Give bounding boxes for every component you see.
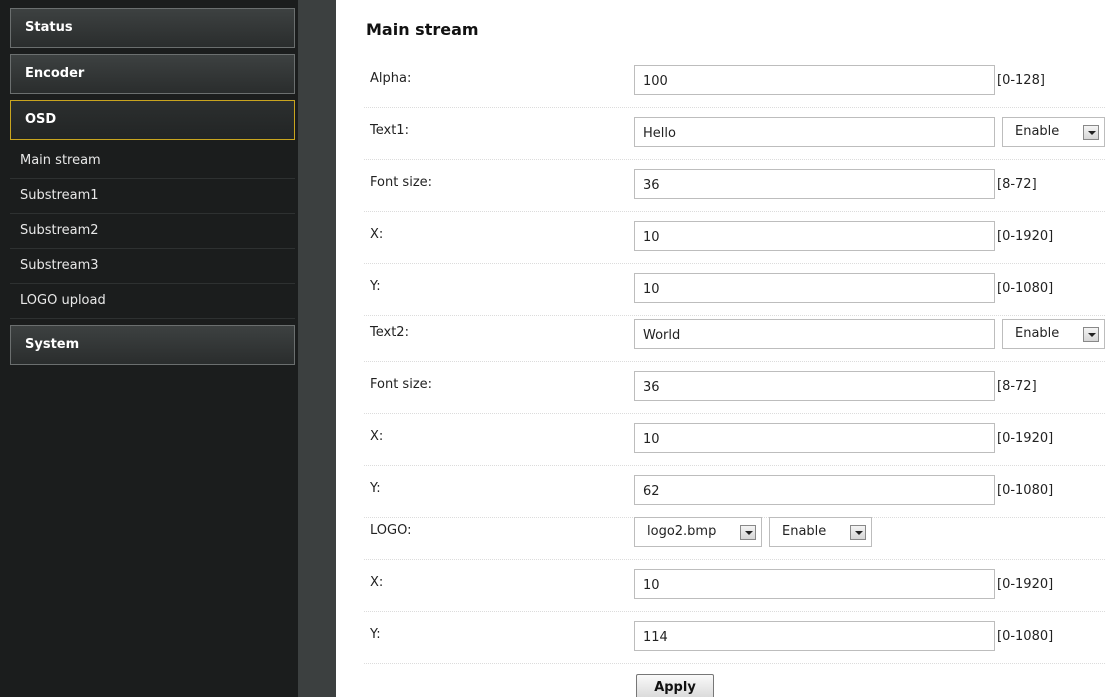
- chevron-down-icon: [850, 525, 866, 540]
- alpha-input[interactable]: [634, 65, 995, 95]
- text2-enable-select[interactable]: Enable: [1002, 319, 1105, 349]
- y1-input[interactable]: [634, 273, 995, 303]
- text1-enable-value: Enable: [1015, 124, 1060, 139]
- sidebar-item-label: Substream2: [20, 223, 99, 238]
- y3-row: Y: [0-1080]: [364, 612, 1105, 664]
- chevron-down-icon: [1083, 327, 1099, 342]
- nav-osd[interactable]: OSD: [10, 100, 295, 140]
- nav-encoder[interactable]: Encoder: [10, 54, 295, 94]
- x1-label: X:: [370, 227, 384, 242]
- font-size-2-label: Font size:: [370, 377, 433, 392]
- logo-file-value: logo2.bmp: [647, 524, 717, 539]
- text2-row: Text2: Enable: [364, 310, 1105, 362]
- y2-input[interactable]: [634, 475, 995, 505]
- alpha-row: Alpha: [0-128]: [364, 56, 1105, 108]
- text1-input[interactable]: [634, 117, 995, 147]
- y3-range: [0-1080]: [997, 629, 1054, 644]
- font-size-2-range: [8-72]: [997, 379, 1037, 394]
- x1-row: X: [0-1920]: [364, 212, 1105, 264]
- text1-enable-select[interactable]: Enable: [1002, 117, 1105, 147]
- nav-status-label: Status: [25, 20, 73, 35]
- y1-label: Y:: [370, 279, 381, 294]
- x2-input[interactable]: [634, 423, 995, 453]
- sidebar-item-substream2[interactable]: Substream2: [10, 214, 295, 249]
- sidebar-item-label: Main stream: [20, 153, 101, 168]
- x2-range: [0-1920]: [997, 431, 1054, 446]
- nav-encoder-label: Encoder: [25, 66, 85, 81]
- nav-system-label: System: [25, 337, 80, 352]
- logo-label: LOGO:: [370, 523, 412, 538]
- sidebar-item-substream1[interactable]: Substream1: [10, 179, 295, 214]
- x2-row: X: [0-1920]: [364, 414, 1105, 466]
- font-size-2-input[interactable]: [634, 371, 995, 401]
- nav-osd-label: OSD: [25, 112, 57, 127]
- sidebar: Status Encoder OSD Main stream Substream…: [0, 0, 298, 697]
- x3-range: [0-1920]: [997, 577, 1054, 592]
- text1-label: Text1:: [370, 123, 409, 138]
- sidebar-item-label: Substream1: [20, 188, 99, 203]
- alpha-label: Alpha:: [370, 71, 412, 86]
- y1-row: Y: [0-1080]: [364, 264, 1105, 316]
- apply-button[interactable]: Apply: [636, 674, 714, 697]
- font-size-2-row: Font size: [8-72]: [364, 362, 1105, 414]
- font-size-1-row: Font size: [8-72]: [364, 160, 1105, 212]
- chevron-down-icon: [1083, 125, 1099, 140]
- logo-enable-select[interactable]: Enable: [769, 517, 872, 547]
- y3-label: Y:: [370, 627, 381, 642]
- x1-range: [0-1920]: [997, 229, 1054, 244]
- text2-label: Text2:: [370, 325, 409, 340]
- x2-label: X:: [370, 429, 384, 444]
- text1-row: Text1: Enable: [364, 108, 1105, 160]
- logo-enable-value: Enable: [782, 524, 827, 539]
- sidebar-item-label: Substream3: [20, 258, 99, 273]
- x3-label: X:: [370, 575, 384, 590]
- x3-input[interactable]: [634, 569, 995, 599]
- logo-file-select[interactable]: logo2.bmp: [634, 517, 762, 547]
- font-size-1-input[interactable]: [634, 169, 995, 199]
- text2-enable-value: Enable: [1015, 326, 1060, 341]
- y1-range: [0-1080]: [997, 281, 1054, 296]
- font-size-1-label: Font size:: [370, 175, 433, 190]
- sidebar-gutter: [298, 0, 336, 697]
- nav-system[interactable]: System: [10, 325, 295, 365]
- nav-status[interactable]: Status: [10, 8, 295, 48]
- sidebar-item-label: LOGO upload: [20, 293, 106, 308]
- logo-row: LOGO: logo2.bmp Enable: [364, 508, 1105, 560]
- sidebar-item-main-stream[interactable]: Main stream: [10, 144, 295, 179]
- alpha-range: [0-128]: [997, 73, 1045, 88]
- x1-input[interactable]: [634, 221, 995, 251]
- font-size-1-range: [8-72]: [997, 177, 1037, 192]
- text2-input[interactable]: [634, 319, 995, 349]
- sidebar-item-logo-upload[interactable]: LOGO upload: [10, 284, 295, 319]
- page-title: Main stream: [366, 20, 479, 39]
- x3-row: X: [0-1920]: [364, 560, 1105, 612]
- y3-input[interactable]: [634, 621, 995, 651]
- chevron-down-icon: [740, 525, 756, 540]
- y2-label: Y:: [370, 481, 381, 496]
- sidebar-item-substream3[interactable]: Substream3: [10, 249, 295, 284]
